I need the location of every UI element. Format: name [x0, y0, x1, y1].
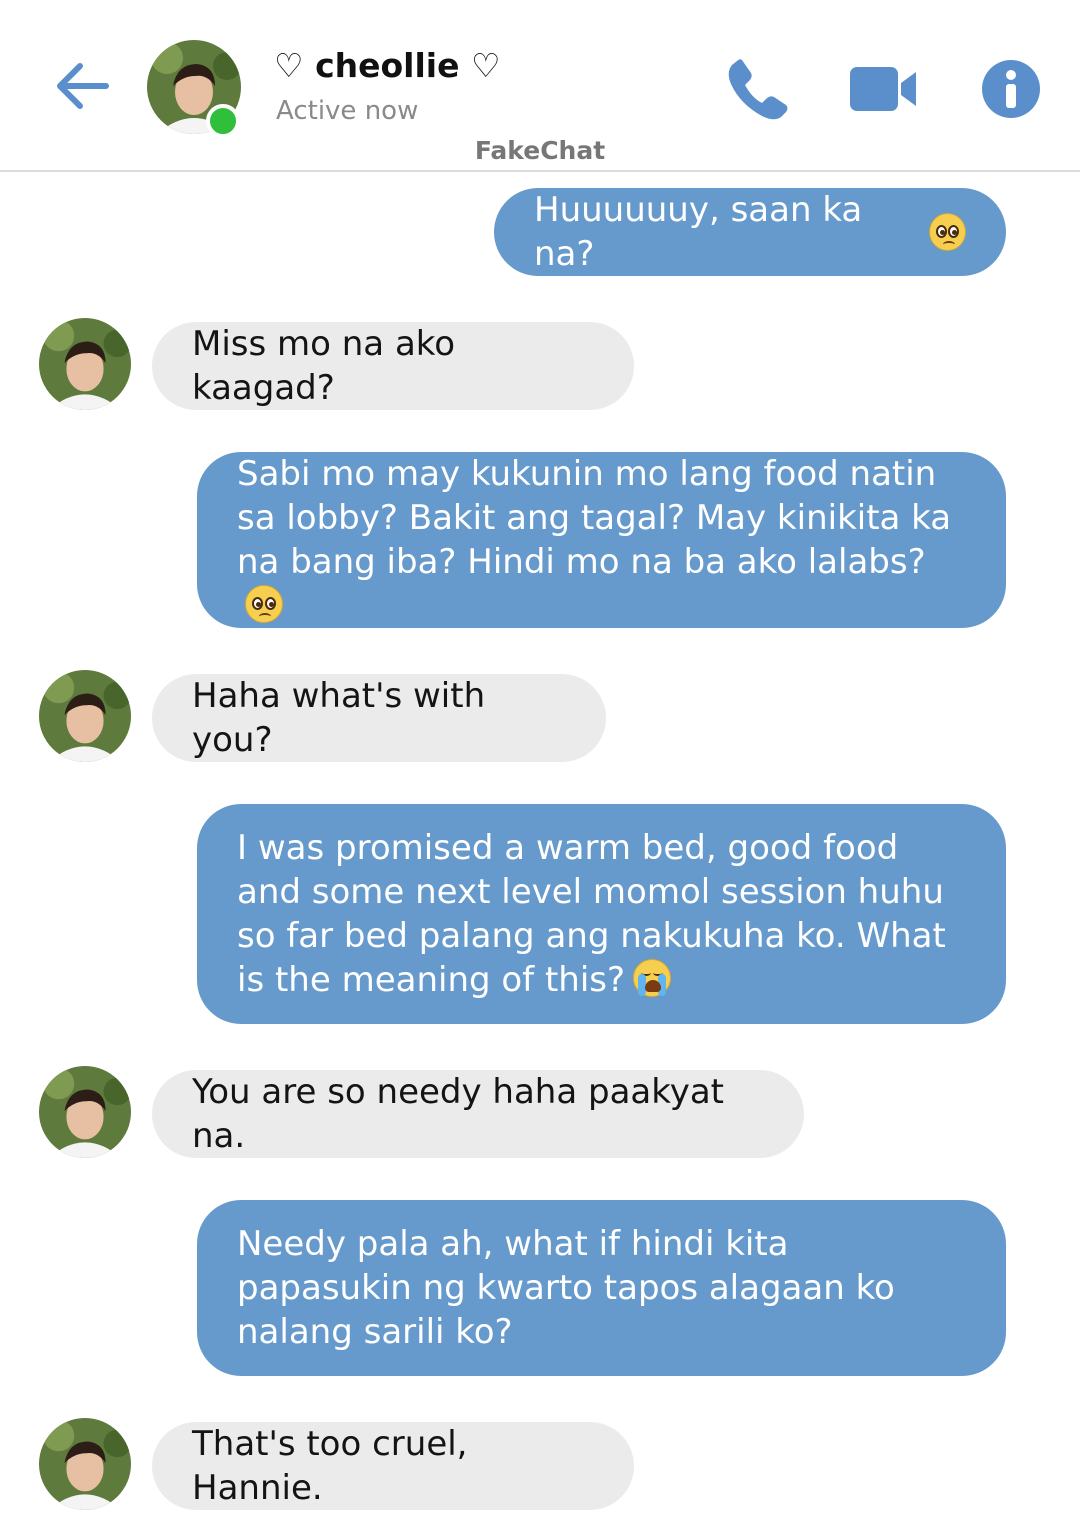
message-text: Sabi mo may kukunin mo lang food natin s…	[237, 452, 966, 628]
message-text: Huuuuuuy, saan ka na?	[534, 190, 863, 274]
loudly-crying-face-emoji	[633, 959, 672, 997]
incoming-message-bubble[interactable]: Miss mo na ako kaagad?	[152, 322, 634, 410]
phone-icon[interactable]	[722, 54, 792, 124]
avatar-photo	[39, 318, 131, 410]
info-icon[interactable]	[976, 54, 1046, 124]
contact-name[interactable]: ♡ cheollie ♡	[274, 46, 501, 85]
message-text: Needy pala ah, what if hindi kita papasu…	[237, 1224, 895, 1352]
outgoing-message-bubble[interactable]: I was promised a warm bed, good food and…	[197, 804, 1006, 1024]
contact-avatar[interactable]	[39, 318, 131, 410]
active-status: Active now	[276, 96, 419, 126]
contact-avatar[interactable]	[39, 1066, 131, 1158]
outgoing-message-bubble[interactable]: Huuuuuuy, saan ka na?	[494, 188, 1006, 276]
app-watermark-label: FakeChat	[474, 136, 606, 165]
avatar-photo	[39, 1066, 131, 1158]
message-text: I was promised a warm bed, good food and…	[237, 828, 946, 1000]
pleading-face-emoji	[245, 585, 283, 623]
message-text: Haha what's with you?	[192, 676, 486, 760]
incoming-message-bubble[interactable]: That's too cruel, Hannie.	[152, 1422, 634, 1510]
chat-header: ♡ cheollie ♡ Active now FakeChat	[0, 0, 1080, 172]
pleading-face-emoji	[929, 213, 966, 251]
video-camera-icon[interactable]	[846, 54, 920, 124]
contact-avatar[interactable]	[39, 1418, 131, 1510]
message-text: Miss mo na ako kaagad?	[192, 324, 456, 408]
incoming-message-bubble[interactable]: Haha what's with you?	[152, 674, 606, 762]
back-arrow-icon[interactable]	[52, 56, 112, 116]
message-text: You are so needy haha paakyat na.	[192, 1072, 725, 1156]
contact-avatar[interactable]	[39, 670, 131, 762]
outgoing-message-bubble[interactable]: Needy pala ah, what if hindi kita papasu…	[197, 1200, 1006, 1376]
avatar-photo	[39, 1418, 131, 1510]
incoming-message-bubble[interactable]: You are so needy haha paakyat na.	[152, 1070, 804, 1158]
outgoing-message-bubble[interactable]: Sabi mo may kukunin mo lang food natin s…	[197, 452, 1006, 628]
avatar-photo	[39, 670, 131, 762]
online-status-dot	[206, 104, 240, 138]
message-text: That's too cruel, Hannie.	[192, 1424, 468, 1508]
